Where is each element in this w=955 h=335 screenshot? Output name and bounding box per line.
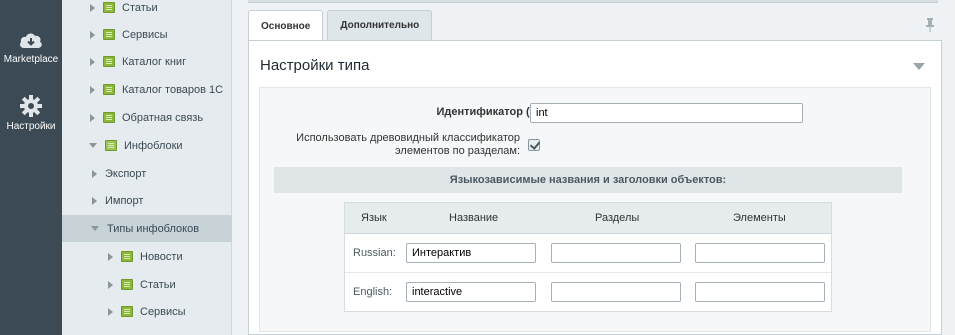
- tree-item-iblock-types[interactable]: Типы инфоблоков: [62, 215, 232, 242]
- tab-additional[interactable]: Дополнительно: [327, 10, 433, 40]
- tree-item-services[interactable]: Сервисы: [62, 21, 232, 48]
- folder-icon: [103, 56, 115, 67]
- top-strip: [248, 0, 938, 3]
- tree-item-label: Обратная связь: [122, 111, 204, 124]
- settings-panel: Настройки типа Идентификатор (ID): Испол…: [248, 40, 942, 335]
- chevron-right-icon[interactable]: [108, 252, 113, 261]
- tree-item-label: Статьи: [140, 278, 176, 291]
- tree-item-label: Импорт: [105, 194, 144, 207]
- tree-item-feedback[interactable]: Обратная связь: [62, 104, 232, 131]
- col-language: Язык: [361, 212, 387, 224]
- chevron-right-icon[interactable]: [90, 85, 95, 94]
- tree-item-infoblocks[interactable]: Инфоблоки: [62, 132, 232, 159]
- tree-item-label: Сервисы: [122, 28, 168, 41]
- elements-input-ru[interactable]: [695, 243, 825, 263]
- id-input[interactable]: [530, 103, 803, 123]
- tab-main[interactable]: Основное: [248, 10, 324, 41]
- tree-item-label: Типы инфоблоков: [107, 222, 200, 235]
- folder-icon: [103, 29, 115, 40]
- tab-bar: Основное Дополнительно: [248, 10, 436, 41]
- tree-item-import[interactable]: Импорт: [62, 187, 232, 214]
- folder-open-icon: [105, 140, 117, 151]
- tree-item-export[interactable]: Экспорт: [62, 160, 232, 187]
- section-header: Языкозависимые названия и заголовки объе…: [274, 167, 902, 193]
- table-row: English:: [345, 273, 831, 312]
- folder-icon: [121, 279, 133, 290]
- settings-label: Настройки: [6, 121, 56, 132]
- chevron-right-icon[interactable]: [90, 113, 95, 122]
- folder-icon: [103, 84, 115, 95]
- form-area: Идентификатор (ID): Использовать древови…: [259, 87, 931, 332]
- nav-tree: Статьи Сервисы Каталог книг Каталог това…: [62, 0, 232, 335]
- tree-item-label: Сервисы: [140, 305, 186, 318]
- folder-icon: [121, 251, 133, 262]
- settings-nav[interactable]: Настройки: [0, 95, 62, 132]
- tree-item-label: Каталог товаров 1С: [122, 83, 224, 96]
- sections-input-en[interactable]: [551, 282, 681, 302]
- chevron-right-icon[interactable]: [108, 307, 113, 316]
- tree-item-label: Каталог книг: [122, 55, 187, 68]
- tree-item-label: Экспорт: [105, 167, 147, 180]
- chevron-right-icon[interactable]: [92, 196, 97, 205]
- tree-item-services-sub[interactable]: Сервисы: [62, 298, 232, 325]
- chevron-right-icon[interactable]: [90, 30, 95, 39]
- left-rail: Marketplace Настройки: [0, 0, 62, 335]
- name-input-en[interactable]: [406, 282, 536, 302]
- gear-icon: [20, 95, 42, 117]
- panel-title: Настройки типа: [260, 57, 370, 74]
- table-row: Russian:: [345, 234, 831, 273]
- language-table: Язык Название Разделы Элементы Russian: …: [344, 202, 832, 312]
- tree-item-articles[interactable]: Статьи: [62, 0, 232, 21]
- tree-item-label: Новости: [140, 250, 183, 263]
- folder-icon: [103, 112, 115, 123]
- tree-item-news[interactable]: Новости: [62, 243, 232, 270]
- marketplace-nav[interactable]: Marketplace: [0, 30, 62, 65]
- main-area: Основное Дополнительно Настройки типа Ид…: [232, 0, 955, 335]
- marketplace-label: Marketplace: [3, 54, 59, 65]
- col-elements: Элементы: [733, 212, 786, 224]
- cloud-download-icon: [20, 33, 42, 48]
- col-name: Название: [449, 212, 499, 224]
- collapse-triangle-icon[interactable]: [913, 63, 925, 70]
- chevron-right-icon[interactable]: [90, 3, 95, 12]
- tree-item-articles-sub[interactable]: Статьи: [62, 271, 232, 298]
- name-input-ru[interactable]: [406, 243, 536, 263]
- chevron-right-icon[interactable]: [108, 280, 113, 289]
- sections-input-ru[interactable]: [551, 243, 681, 263]
- tree-classifier-checkbox[interactable]: [528, 139, 540, 151]
- tree-classifier-label: Использовать древовидный классификатор э…: [296, 132, 520, 157]
- pin-icon[interactable]: [925, 18, 935, 32]
- chevron-right-icon[interactable]: [90, 57, 95, 66]
- folder-icon: [121, 306, 133, 317]
- chevron-down-icon[interactable]: [91, 226, 99, 231]
- elements-input-en[interactable]: [695, 282, 825, 302]
- row-language: Russian:: [353, 247, 396, 259]
- tree-item-book-catalog[interactable]: Каталог книг: [62, 48, 232, 75]
- tree-item-label: Инфоблоки: [124, 139, 183, 152]
- chevron-down-icon[interactable]: [89, 143, 97, 148]
- tree-item-label: Статьи: [122, 1, 158, 14]
- folder-icon: [103, 2, 115, 13]
- table-header: Язык Название Разделы Элементы: [345, 203, 831, 234]
- row-language: English:: [353, 286, 393, 298]
- tree-item-1c-catalog[interactable]: Каталог товаров 1С: [62, 76, 232, 103]
- col-sections: Разделы: [595, 212, 640, 224]
- chevron-right-icon[interactable]: [92, 169, 97, 178]
